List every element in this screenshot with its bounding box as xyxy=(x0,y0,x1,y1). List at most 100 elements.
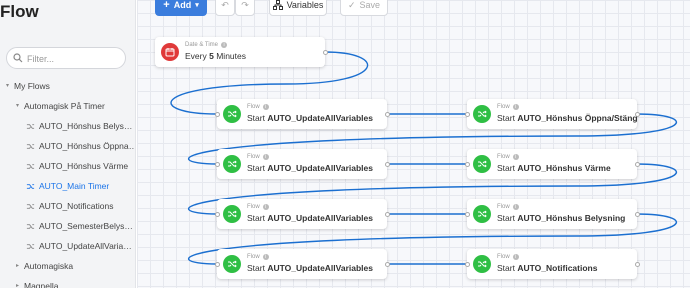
flow-icon xyxy=(26,123,35,129)
input-port[interactable] xyxy=(214,211,220,217)
card-flow-name: AUTO_UpdateAllVariables xyxy=(267,213,373,223)
card-prefix: Start xyxy=(497,163,515,173)
caret-icon: ▾ xyxy=(6,83,10,89)
shuffle-icon xyxy=(223,255,241,273)
tree-item-label: AUTO_SemesterBelys… xyxy=(39,221,133,231)
card-text: Start AUTO_UpdateAllVariables xyxy=(247,163,373,173)
tree-item-flow[interactable]: AUTO_Notifications xyxy=(26,198,113,214)
info-icon: i xyxy=(512,204,519,210)
tree-item-label: AUTO_Hönshus Värme xyxy=(39,161,129,171)
card-prefix: Start xyxy=(497,263,515,273)
flow-card[interactable]: Flow i Start AUTO_UpdateAllVariables xyxy=(214,149,390,179)
output-port[interactable] xyxy=(384,161,390,167)
trigger-card[interactable]: Date & Time i Every 5 Minutes xyxy=(155,37,328,67)
info-icon: i xyxy=(512,254,519,260)
card-prefix: Start xyxy=(497,213,515,223)
input-port[interactable] xyxy=(214,161,220,167)
info-icon: i xyxy=(512,154,519,160)
card-prefix: Start xyxy=(247,163,265,173)
flow-card[interactable]: Flow i Start AUTO_UpdateAllVariables xyxy=(214,249,390,279)
output-port[interactable] xyxy=(634,111,640,117)
tree-item-flow[interactable]: AUTO_Hönshus Öppna… xyxy=(26,138,136,154)
card-type: Flow i xyxy=(497,104,519,110)
output-port[interactable] xyxy=(384,261,390,267)
card-type: Flow i xyxy=(247,204,269,210)
flow-card[interactable]: Flow i Start AUTO_Hönshus Belysning xyxy=(464,199,640,229)
flow-icon xyxy=(26,223,35,229)
flow-card[interactable]: Flow i Start AUTO_UpdateAllVariables xyxy=(214,199,390,229)
trigger-value: 5 xyxy=(209,51,214,61)
flow-card[interactable]: Flow i Start AUTO_Hönshus Värme xyxy=(464,149,640,179)
output-port[interactable] xyxy=(634,211,640,217)
flow-icon xyxy=(26,143,35,149)
tree-item-label: My Flows xyxy=(14,81,50,91)
card-prefix: Start xyxy=(497,113,515,123)
card-prefix: Start xyxy=(247,113,265,123)
card-text: Start AUTO_Notifications xyxy=(497,263,597,273)
flow-canvas[interactable]: + Add ▾ ↶ ↷ Variables ✓ Save Date & Time… xyxy=(137,0,690,288)
input-port[interactable] xyxy=(214,261,220,267)
shuffle-icon xyxy=(473,205,491,223)
tree-item-flow[interactable]: AUTO_UpdateAllVaria… xyxy=(26,238,132,254)
card-flow-name: AUTO_Hönshus Värme xyxy=(517,163,611,173)
card-type: Flow i xyxy=(247,104,269,110)
shuffle-icon xyxy=(223,205,241,223)
card-type-label: Flow xyxy=(497,204,510,210)
output-port[interactable] xyxy=(634,261,640,267)
output-port[interactable] xyxy=(384,111,390,117)
caret-icon: ▸ xyxy=(16,263,20,269)
output-port[interactable] xyxy=(384,211,390,217)
tree-item-flow[interactable]: AUTO_Hönshus Värme xyxy=(26,158,128,174)
flow-card[interactable]: Flow i Start AUTO_Notifications xyxy=(464,249,640,279)
tree-item-label: AUTO_UpdateAllVaria… xyxy=(39,241,132,251)
card-type-label: Flow xyxy=(247,154,260,160)
search-icon xyxy=(13,53,23,63)
card-type: Flow i xyxy=(497,154,519,160)
card-type-label: Flow xyxy=(247,104,260,110)
search-box[interactable] xyxy=(6,47,126,69)
card-text: Start AUTO_Hönshus Belysning xyxy=(497,213,625,223)
card-type: Flow i xyxy=(247,254,269,260)
tree-item-label: AUTO_Hönshus Belys… xyxy=(39,121,133,131)
shuffle-icon xyxy=(473,105,491,123)
search-input[interactable] xyxy=(27,51,122,66)
app-title: Flow xyxy=(0,2,39,21)
tree-item-label: Automagiska xyxy=(24,261,74,271)
card-text: Start AUTO_UpdateAllVariables xyxy=(247,113,373,123)
card-type: Flow i xyxy=(247,154,269,160)
tree-item-flow-active[interactable]: AUTO_Main Timer xyxy=(26,178,109,194)
card-type-label: Flow xyxy=(497,104,510,110)
tree-item-folder[interactable]: ▸ Automagiska xyxy=(16,258,73,274)
card-flow-name: AUTO_Hönshus Öppna/Stäng xyxy=(517,113,638,123)
card-prefix: Start xyxy=(247,213,265,223)
card-type-label: Flow xyxy=(497,154,510,160)
info-icon: i xyxy=(512,104,519,110)
input-port[interactable] xyxy=(464,211,470,217)
input-port[interactable] xyxy=(464,111,470,117)
input-port[interactable] xyxy=(214,111,220,117)
flow-icon xyxy=(26,183,35,189)
calendar-icon xyxy=(161,43,179,61)
card-flow-name: AUTO_UpdateAllVariables xyxy=(267,113,373,123)
output-port[interactable] xyxy=(322,49,328,55)
tree-item-my-flows[interactable]: ▾ My Flows xyxy=(6,78,50,94)
shuffle-icon xyxy=(223,155,241,173)
input-port[interactable] xyxy=(464,261,470,267)
tree-item-label: AUTO_Hönshus Öppna… xyxy=(39,141,136,151)
trigger-prefix: Every xyxy=(185,51,207,61)
tree-item-flow[interactable]: AUTO_Hönshus Belys… xyxy=(26,118,132,134)
card-flow-name: AUTO_Hönshus Belysning xyxy=(517,213,626,223)
card-prefix: Start xyxy=(247,263,265,273)
flow-icon xyxy=(26,243,35,249)
shuffle-icon xyxy=(473,255,491,273)
flow-card[interactable]: Flow i Start AUTO_Hönshus Öppna/Stäng xyxy=(464,99,640,129)
tree-item-flow[interactable]: AUTO_SemesterBelys… xyxy=(26,218,133,234)
input-port[interactable] xyxy=(464,161,470,167)
card-type: Flow i xyxy=(497,254,519,260)
card-flow-name: AUTO_UpdateAllVariables xyxy=(267,263,373,273)
flow-card[interactable]: Flow i Start AUTO_UpdateAllVariables xyxy=(214,99,390,129)
tree-item-folder[interactable]: ▸ Magnella xyxy=(16,278,59,288)
tree-item-folder[interactable]: ▾ Automagisk På Timer xyxy=(16,98,105,114)
card-flow-name: AUTO_Notifications xyxy=(517,263,598,273)
output-port[interactable] xyxy=(634,161,640,167)
